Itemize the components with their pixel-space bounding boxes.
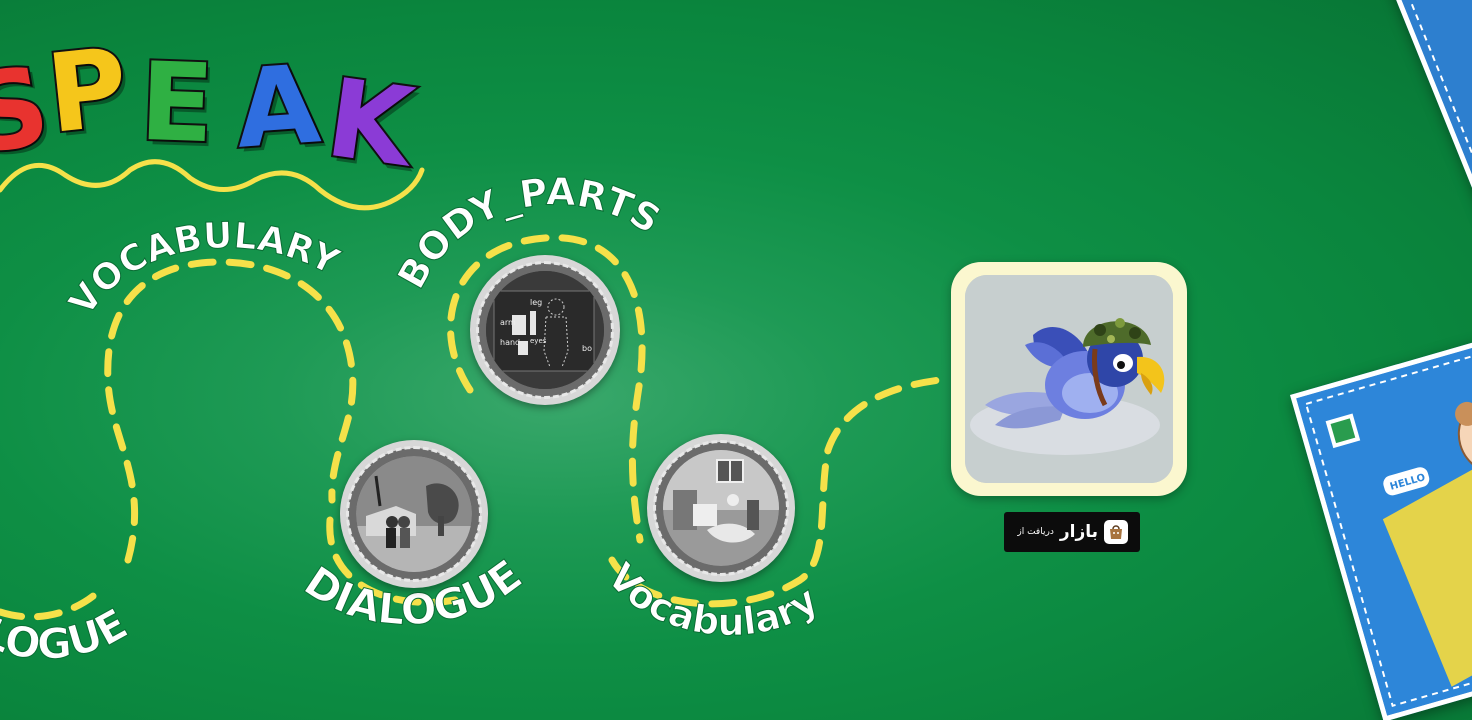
word-hand: hand <box>500 338 520 347</box>
vocabulary-illustration <box>663 450 779 566</box>
curved-labels: VOCABULARY BODY_PARTS LOGUE DIALOGUE Voc… <box>0 169 826 670</box>
bazaar-download-button[interactable]: دریافت از بازار <box>1004 512 1140 552</box>
word-bo: bo <box>582 344 592 353</box>
parrot-helmet-icon <box>965 275 1173 483</box>
app-icon[interactable] <box>951 262 1187 496</box>
label-vocabulary-top[interactable]: VOCABULARY <box>61 215 346 324</box>
shopping-bag-icon <box>1104 520 1128 544</box>
medal-vocabulary[interactable] <box>647 434 795 582</box>
medal-dialogue[interactable] <box>340 440 488 588</box>
label-dialogue-left[interactable]: LOGUE <box>0 598 136 669</box>
dialogue-illustration <box>356 456 472 572</box>
body-parts-illustration: leg arm hand eyes bo <box>486 271 604 389</box>
bazaar-name: بازار <box>1059 522 1098 542</box>
medal-body-parts[interactable]: leg arm hand eyes bo <box>470 255 620 405</box>
word-arm: arm <box>500 318 516 327</box>
banner-stage: S P E A K VOCABULARY BODY_PARTS LOGUE DI… <box>0 0 1472 720</box>
word-leg: leg <box>530 298 542 307</box>
word-eyes: eyes <box>530 337 547 345</box>
bazaar-caption: دریافت از <box>1017 527 1054 537</box>
